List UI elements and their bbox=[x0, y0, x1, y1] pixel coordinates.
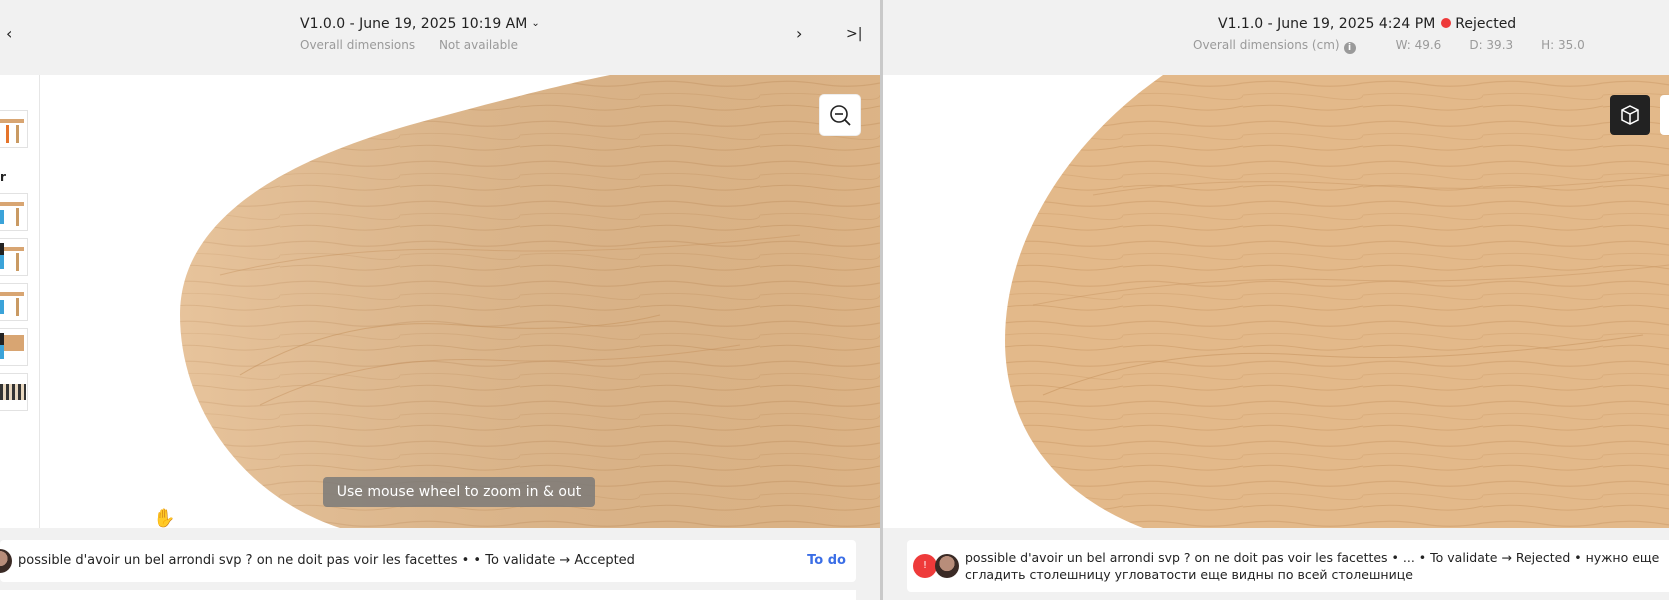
right-header: V1.1.0 - June 19, 2025 4:24 PM Rejected O… bbox=[883, 0, 1669, 75]
thumbnail-group-label: r bbox=[0, 170, 6, 184]
tabletop-render bbox=[180, 75, 880, 528]
view-3d-button[interactable] bbox=[1610, 95, 1650, 135]
status-link-todo[interactable]: To do bbox=[807, 553, 846, 568]
thumbnail[interactable] bbox=[0, 238, 28, 276]
overall-dimensions: Overall dimensions Not available bbox=[300, 38, 538, 52]
version-selector[interactable]: V1.0.0 - June 19, 2025 10:19 AM ⌄ bbox=[300, 16, 540, 32]
thumbnail[interactable] bbox=[0, 283, 28, 321]
comment-text-line-1: possible d'avoir un bel arrondi svp ? on… bbox=[965, 550, 1660, 565]
overall-dimensions: Overall dimensions (cm) i W: 49.6 D: 39.3 H:… bbox=[1193, 38, 1605, 54]
thumbnail[interactable] bbox=[0, 373, 28, 411]
dimensions-value: Not available bbox=[438, 38, 518, 52]
secondary-view-button[interactable] bbox=[1660, 95, 1669, 135]
chevron-left-icon[interactable]: ‹ bbox=[6, 24, 12, 43]
comment-text-line-2: сгладить столешницу угловатости еще видн… bbox=[965, 567, 1413, 582]
left-3d-viewer[interactable] bbox=[40, 75, 880, 528]
compare-view: ‹ V1.0.0 - June 19, 2025 10:19 AM ⌄ Overa… bbox=[0, 0, 1669, 600]
status-badge: Rejected bbox=[1455, 16, 1517, 32]
right-version-panel: V1.1.0 - June 19, 2025 4:24 PM Rejected O… bbox=[883, 0, 1669, 600]
right-3d-viewer[interactable] bbox=[883, 75, 1669, 528]
thumbnail-strip: r bbox=[0, 75, 40, 528]
left-version-panel: ‹ V1.0.0 - June 19, 2025 10:19 AM ⌄ Overa… bbox=[0, 0, 880, 600]
chevron-right-icon[interactable]: › bbox=[796, 24, 802, 43]
dimensions-label: Overall dimensions bbox=[300, 38, 416, 52]
avatar bbox=[935, 554, 959, 578]
info-icon[interactable]: i bbox=[1343, 42, 1356, 54]
left-comment-bar[interactable]: possible d'avoir un bel arrondi svp ? on… bbox=[0, 540, 856, 582]
next-comment-bar bbox=[0, 590, 856, 600]
zoom-out-icon bbox=[830, 105, 851, 126]
comment-text: possible d'avoir un bel arrondi svp ? on… bbox=[18, 553, 635, 568]
dimensions-label: Overall dimensions (cm) bbox=[1193, 38, 1340, 52]
version-title: V1.0.0 - June 19, 2025 10:19 AM bbox=[300, 16, 528, 32]
version-title: V1.1.0 - June 19, 2025 4:24 PM bbox=[1218, 16, 1436, 32]
left-header: ‹ V1.0.0 - June 19, 2025 10:19 AM ⌄ Overa… bbox=[0, 0, 880, 75]
right-comment-bar[interactable]: ! possible d'avoir un bel arrondi svp ? … bbox=[907, 540, 1669, 592]
skip-to-end-icon[interactable]: >| bbox=[846, 26, 862, 42]
dimension-width: W: 49.6 bbox=[1395, 38, 1442, 52]
status-dot bbox=[1441, 18, 1452, 28]
zoom-hint-tooltip: Use mouse wheel to zoom in & out bbox=[323, 477, 595, 507]
thumbnail[interactable] bbox=[0, 328, 28, 366]
thumbnail[interactable] bbox=[0, 110, 28, 148]
tabletop-render bbox=[1005, 75, 1669, 528]
zoom-out-button[interactable] bbox=[820, 95, 860, 135]
alert-badge: ! bbox=[913, 554, 937, 578]
thumbnail[interactable] bbox=[0, 193, 28, 231]
hand-cursor-icon: ✋ bbox=[153, 508, 176, 529]
dimension-depth: D: 39.3 bbox=[1469, 38, 1514, 52]
dimension-height: H: 35.0 bbox=[1541, 38, 1585, 52]
chevron-down-icon: ⌄ bbox=[531, 18, 540, 29]
cube-3d-icon bbox=[1621, 105, 1639, 125]
avatar bbox=[0, 549, 12, 573]
version-title-row: V1.1.0 - June 19, 2025 4:24 PM Rejected bbox=[1218, 16, 1516, 32]
